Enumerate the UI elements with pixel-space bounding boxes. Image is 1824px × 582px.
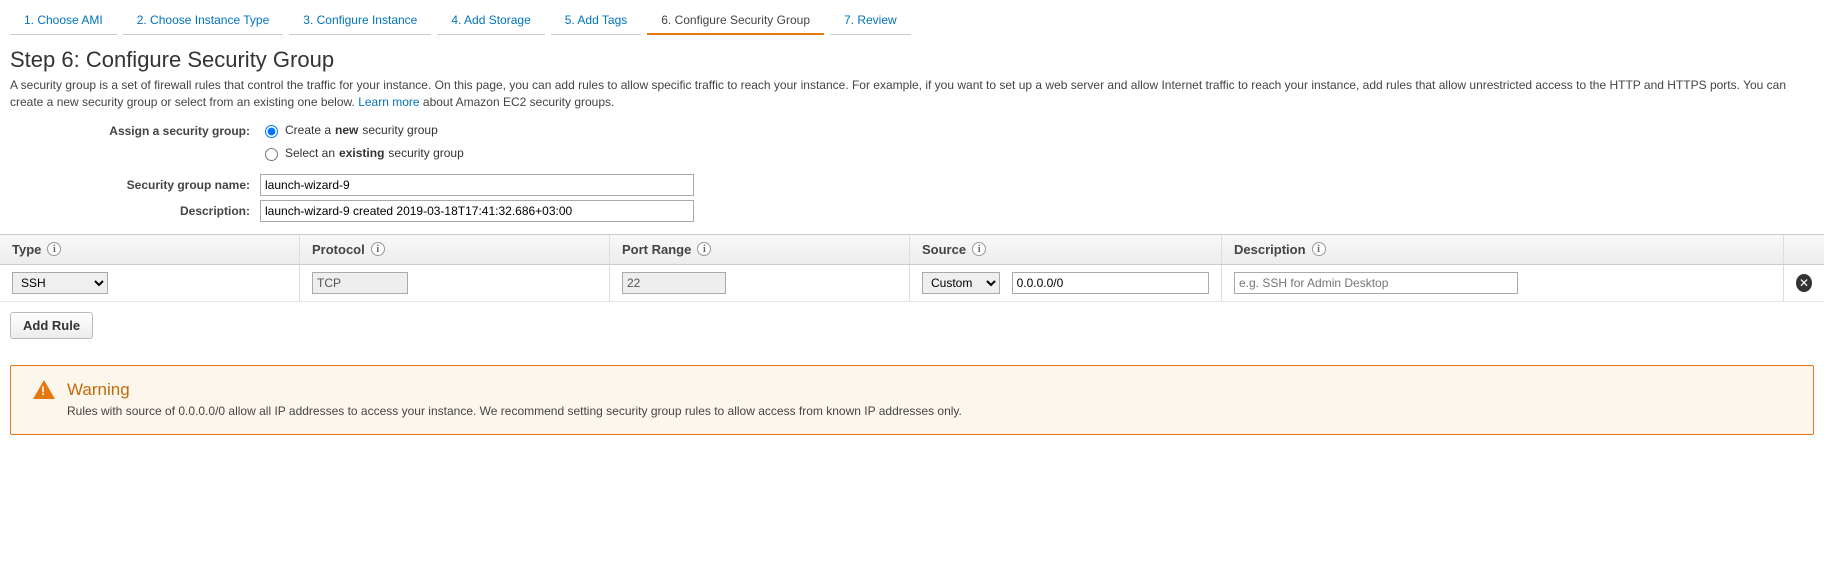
learn-more-link[interactable]: Learn more (358, 95, 419, 109)
info-icon[interactable]: i (697, 242, 711, 256)
rule-protocol-input (312, 272, 408, 294)
assign-sg-label: Assign a security group: (0, 124, 260, 138)
radio-create-text-b: new (335, 123, 358, 137)
tab-configure-instance[interactable]: 3. Configure Instance (289, 5, 431, 35)
intro-text-b: about Amazon EC2 security groups. (423, 95, 614, 109)
sg-desc-input[interactable] (260, 200, 694, 222)
info-icon[interactable]: i (371, 242, 385, 256)
rule-port-input (622, 272, 726, 294)
tab-choose-instance-type[interactable]: 2. Choose Instance Type (123, 5, 284, 35)
info-icon[interactable]: i (1312, 242, 1326, 256)
add-rule-button[interactable]: Add Rule (10, 312, 93, 339)
sg-name-input[interactable] (260, 174, 694, 196)
col-desc-label: Description (1234, 242, 1306, 257)
sg-desc-label: Description: (0, 204, 260, 218)
info-icon[interactable]: i (972, 242, 986, 256)
tab-review[interactable]: 7. Review (830, 5, 911, 35)
rule-source-cidr-input[interactable] (1012, 272, 1209, 294)
radio-select-text-b: existing (339, 146, 384, 160)
col-source-label: Source (922, 242, 966, 257)
col-port-label: Port Range (622, 242, 691, 257)
warning-title: Warning (67, 380, 1795, 400)
rule-type-select[interactable]: SSH (12, 272, 108, 294)
radio-create-text-a: Create a (285, 123, 331, 137)
rule-row: SSH Custom ✕ (0, 265, 1824, 302)
intro-text-a: A security group is a set of firewall ru… (10, 78, 1786, 109)
sg-name-label: Security group name: (0, 178, 260, 192)
tab-configure-security-group[interactable]: 6. Configure Security Group (647, 5, 824, 35)
tab-add-storage[interactable]: 4. Add Storage (437, 5, 544, 35)
remove-rule-icon[interactable]: ✕ (1796, 274, 1812, 292)
page-title: Step 6: Configure Security Group (10, 47, 1814, 73)
warning-box: Warning Rules with source of 0.0.0.0/0 a… (10, 365, 1814, 435)
radio-select-text-a: Select an (285, 146, 335, 160)
wizard-tabs: 1. Choose AMI 2. Choose Instance Type 3.… (0, 0, 1824, 35)
tab-add-tags[interactable]: 5. Add Tags (551, 5, 642, 35)
page-intro: A security group is a set of firewall ru… (10, 77, 1814, 112)
radio-select-text-c: security group (388, 146, 463, 160)
tab-choose-ami[interactable]: 1. Choose AMI (10, 5, 117, 35)
info-icon[interactable]: i (47, 242, 61, 256)
radio-create-new-input[interactable] (265, 125, 278, 138)
rules-header: Typei Protocoli Port Rangei Sourcei Desc… (0, 234, 1824, 265)
warning-text: Rules with source of 0.0.0.0/0 allow all… (67, 404, 1795, 418)
radio-select-existing[interactable]: Select an existing security group (260, 145, 464, 161)
col-protocol-label: Protocol (312, 242, 365, 257)
radio-select-existing-input[interactable] (265, 148, 278, 161)
rule-source-select[interactable]: Custom (922, 272, 1000, 294)
col-type-label: Type (12, 242, 41, 257)
radio-create-text-c: security group (362, 123, 437, 137)
rule-desc-input[interactable] (1234, 272, 1518, 294)
rules-table: Typei Protocoli Port Rangei Sourcei Desc… (0, 234, 1824, 302)
radio-create-new[interactable]: Create a new security group (260, 122, 438, 138)
warning-icon (33, 380, 55, 399)
